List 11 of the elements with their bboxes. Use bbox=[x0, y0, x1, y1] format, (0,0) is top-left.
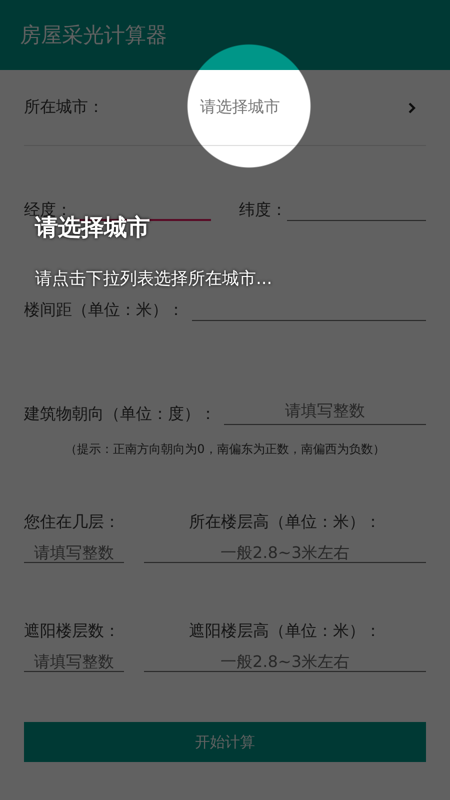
guide-message: 请点击下拉列表选择所在城市... bbox=[35, 268, 272, 290]
field-label: 所在城市： bbox=[24, 97, 104, 118]
field-label: 您住在几层： bbox=[24, 512, 121, 533]
field-label: 楼间距（单位：米）： bbox=[24, 300, 184, 321]
field-label: 遮阳楼层高（单位：米）： bbox=[189, 621, 381, 642]
field-label: 所在楼层高（单位：米）： bbox=[189, 512, 381, 533]
field-label: 遮阳楼层数： bbox=[24, 621, 121, 642]
field-label: 纬度： bbox=[239, 200, 287, 221]
app-title: 房屋采光计算器 bbox=[20, 22, 167, 49]
field-label: 建筑物朝向（单位：度）： bbox=[24, 404, 216, 425]
hint-text: （提示：正南方向朝向为0，南偏东为正数，南偏西为负数） bbox=[64, 441, 386, 458]
